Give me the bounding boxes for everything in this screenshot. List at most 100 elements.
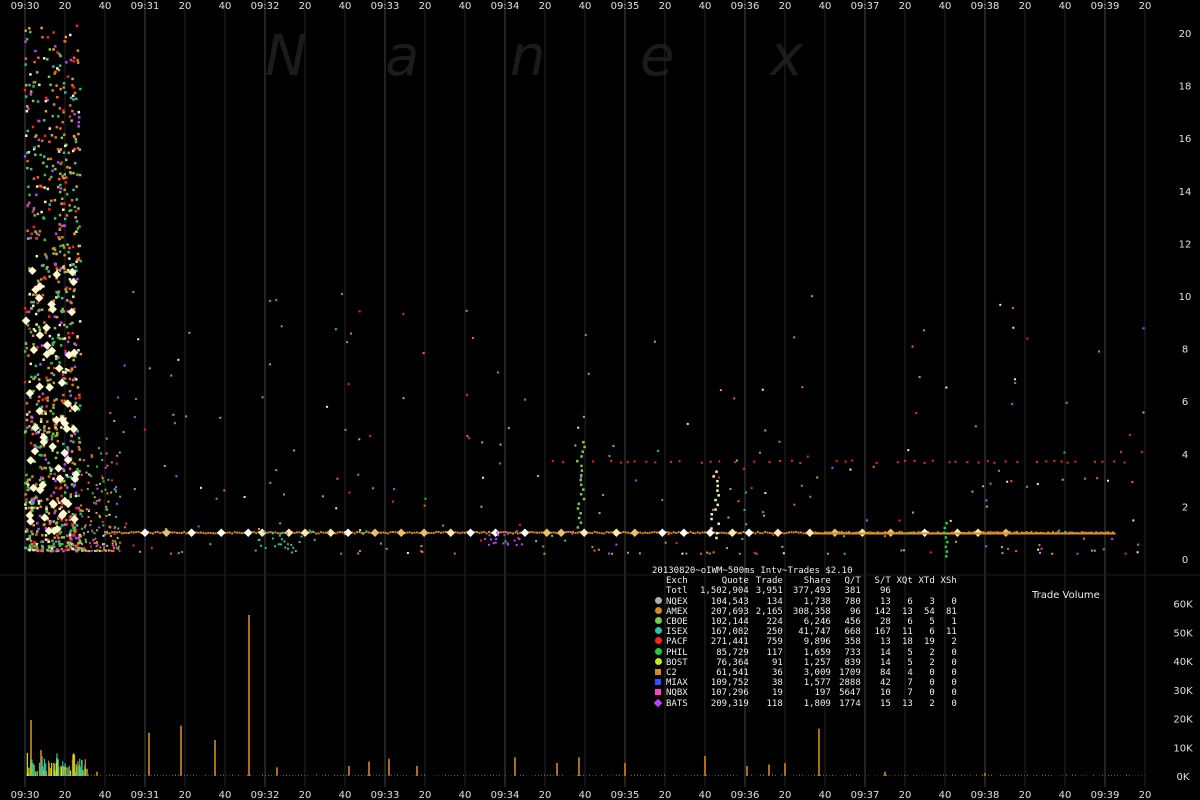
trade-point <box>79 87 82 91</box>
trade-point <box>298 541 301 544</box>
stats-value-qt: 839 <box>844 657 861 668</box>
y-tick-label-price: 18 <box>1179 82 1192 93</box>
trade-point <box>68 287 72 291</box>
stats-marker-cell <box>652 596 664 607</box>
trade-point <box>43 429 46 432</box>
trade-point <box>743 508 746 511</box>
trade-point <box>716 484 719 488</box>
stats-value-xqt: 18 <box>901 637 913 648</box>
x-tick-label-top: 40 <box>459 1 472 12</box>
volume-bar <box>84 768 86 776</box>
trade-point <box>38 230 42 233</box>
trade-point <box>715 536 718 540</box>
stats-value-share: 1,659 <box>803 647 831 658</box>
trade-point <box>79 509 83 512</box>
volume-bar <box>634 774 635 776</box>
volume-bar <box>71 759 74 776</box>
trade-point <box>424 497 427 500</box>
volume-bar <box>68 765 70 776</box>
stats-value-xsh: 0 <box>951 678 957 689</box>
x-tick-label-top: 40 <box>579 1 592 12</box>
trade-point <box>758 451 761 454</box>
volume-bar <box>187 774 188 776</box>
trade-point <box>24 95 28 98</box>
trade-point <box>71 77 74 81</box>
trade-point <box>422 352 425 355</box>
volume-bar <box>937 774 938 776</box>
stats-value-xtd: 5 <box>929 617 935 628</box>
trade-point <box>26 229 29 233</box>
trade-point <box>72 134 76 138</box>
trade-point <box>69 493 73 496</box>
stats-value-xsh: 0 <box>951 657 957 668</box>
trade-point <box>77 436 81 440</box>
trade-point <box>350 332 353 335</box>
volume-bar <box>844 775 845 776</box>
trade-point <box>59 187 63 190</box>
trade-point <box>294 549 297 552</box>
trade-point <box>520 543 523 546</box>
trade-point <box>56 185 60 189</box>
stats-value-qt: 780 <box>844 596 861 607</box>
trade-point <box>39 420 43 423</box>
trade-point <box>33 542 36 545</box>
trade-point <box>905 532 908 535</box>
trade-point <box>1101 460 1104 463</box>
trade-point <box>420 545 423 548</box>
trade-point <box>269 531 272 534</box>
trade-point <box>42 323 51 333</box>
volume-bar <box>106 775 107 776</box>
trade-point <box>602 494 605 497</box>
trade-point <box>904 459 907 462</box>
volume-bar <box>478 775 479 776</box>
trade-point <box>275 469 278 472</box>
trade-point <box>60 426 63 429</box>
volume-bar <box>976 774 977 776</box>
trade-point <box>75 506 78 510</box>
trade-point <box>51 342 55 345</box>
stats-value-share: 3,009 <box>803 668 831 679</box>
trade-point <box>55 315 59 319</box>
trade-point <box>137 530 140 533</box>
volume-bar <box>454 774 455 776</box>
volume-bar <box>490 774 491 776</box>
trade-point <box>792 531 795 534</box>
volume-bar <box>991 774 992 776</box>
trade-point <box>271 532 274 535</box>
trade-point <box>290 543 293 546</box>
trade-point <box>71 83 74 87</box>
trade-point <box>105 437 108 440</box>
trade-point <box>37 499 40 503</box>
volume-bar <box>292 775 293 776</box>
trade-point <box>113 488 116 491</box>
trade-point <box>772 533 775 536</box>
trade-point <box>243 528 253 537</box>
stats-exchange-label: NQBX <box>666 688 688 699</box>
trade-point <box>626 461 629 464</box>
stats-marker-cell <box>652 678 664 688</box>
y-tick-label-price: 2 <box>1182 502 1188 513</box>
trade-point <box>645 460 648 463</box>
stats-marker-cell <box>652 657 664 668</box>
trade-point <box>33 146 36 149</box>
trade-point <box>178 531 181 534</box>
trade-point <box>70 434 73 437</box>
trade-point <box>344 428 347 431</box>
trade-point <box>77 349 80 352</box>
volume-bar <box>80 760 83 776</box>
trade-point <box>444 530 447 533</box>
trade-point <box>75 97 78 101</box>
stats-header-trade: Trade <box>755 576 783 587</box>
trade-point <box>283 540 286 543</box>
volume-bar <box>784 775 785 776</box>
trade-point <box>96 487 99 490</box>
volume-bar <box>850 774 851 776</box>
trade-point <box>30 300 33 304</box>
trade-point <box>177 552 180 555</box>
volume-bar <box>532 775 533 776</box>
x-tick-label-bottom: 09:31 <box>131 790 160 800</box>
trade-point <box>392 531 394 534</box>
trade-point <box>25 346 29 350</box>
trade-point <box>188 331 191 334</box>
stats-exchange-label: C2 <box>666 668 677 679</box>
